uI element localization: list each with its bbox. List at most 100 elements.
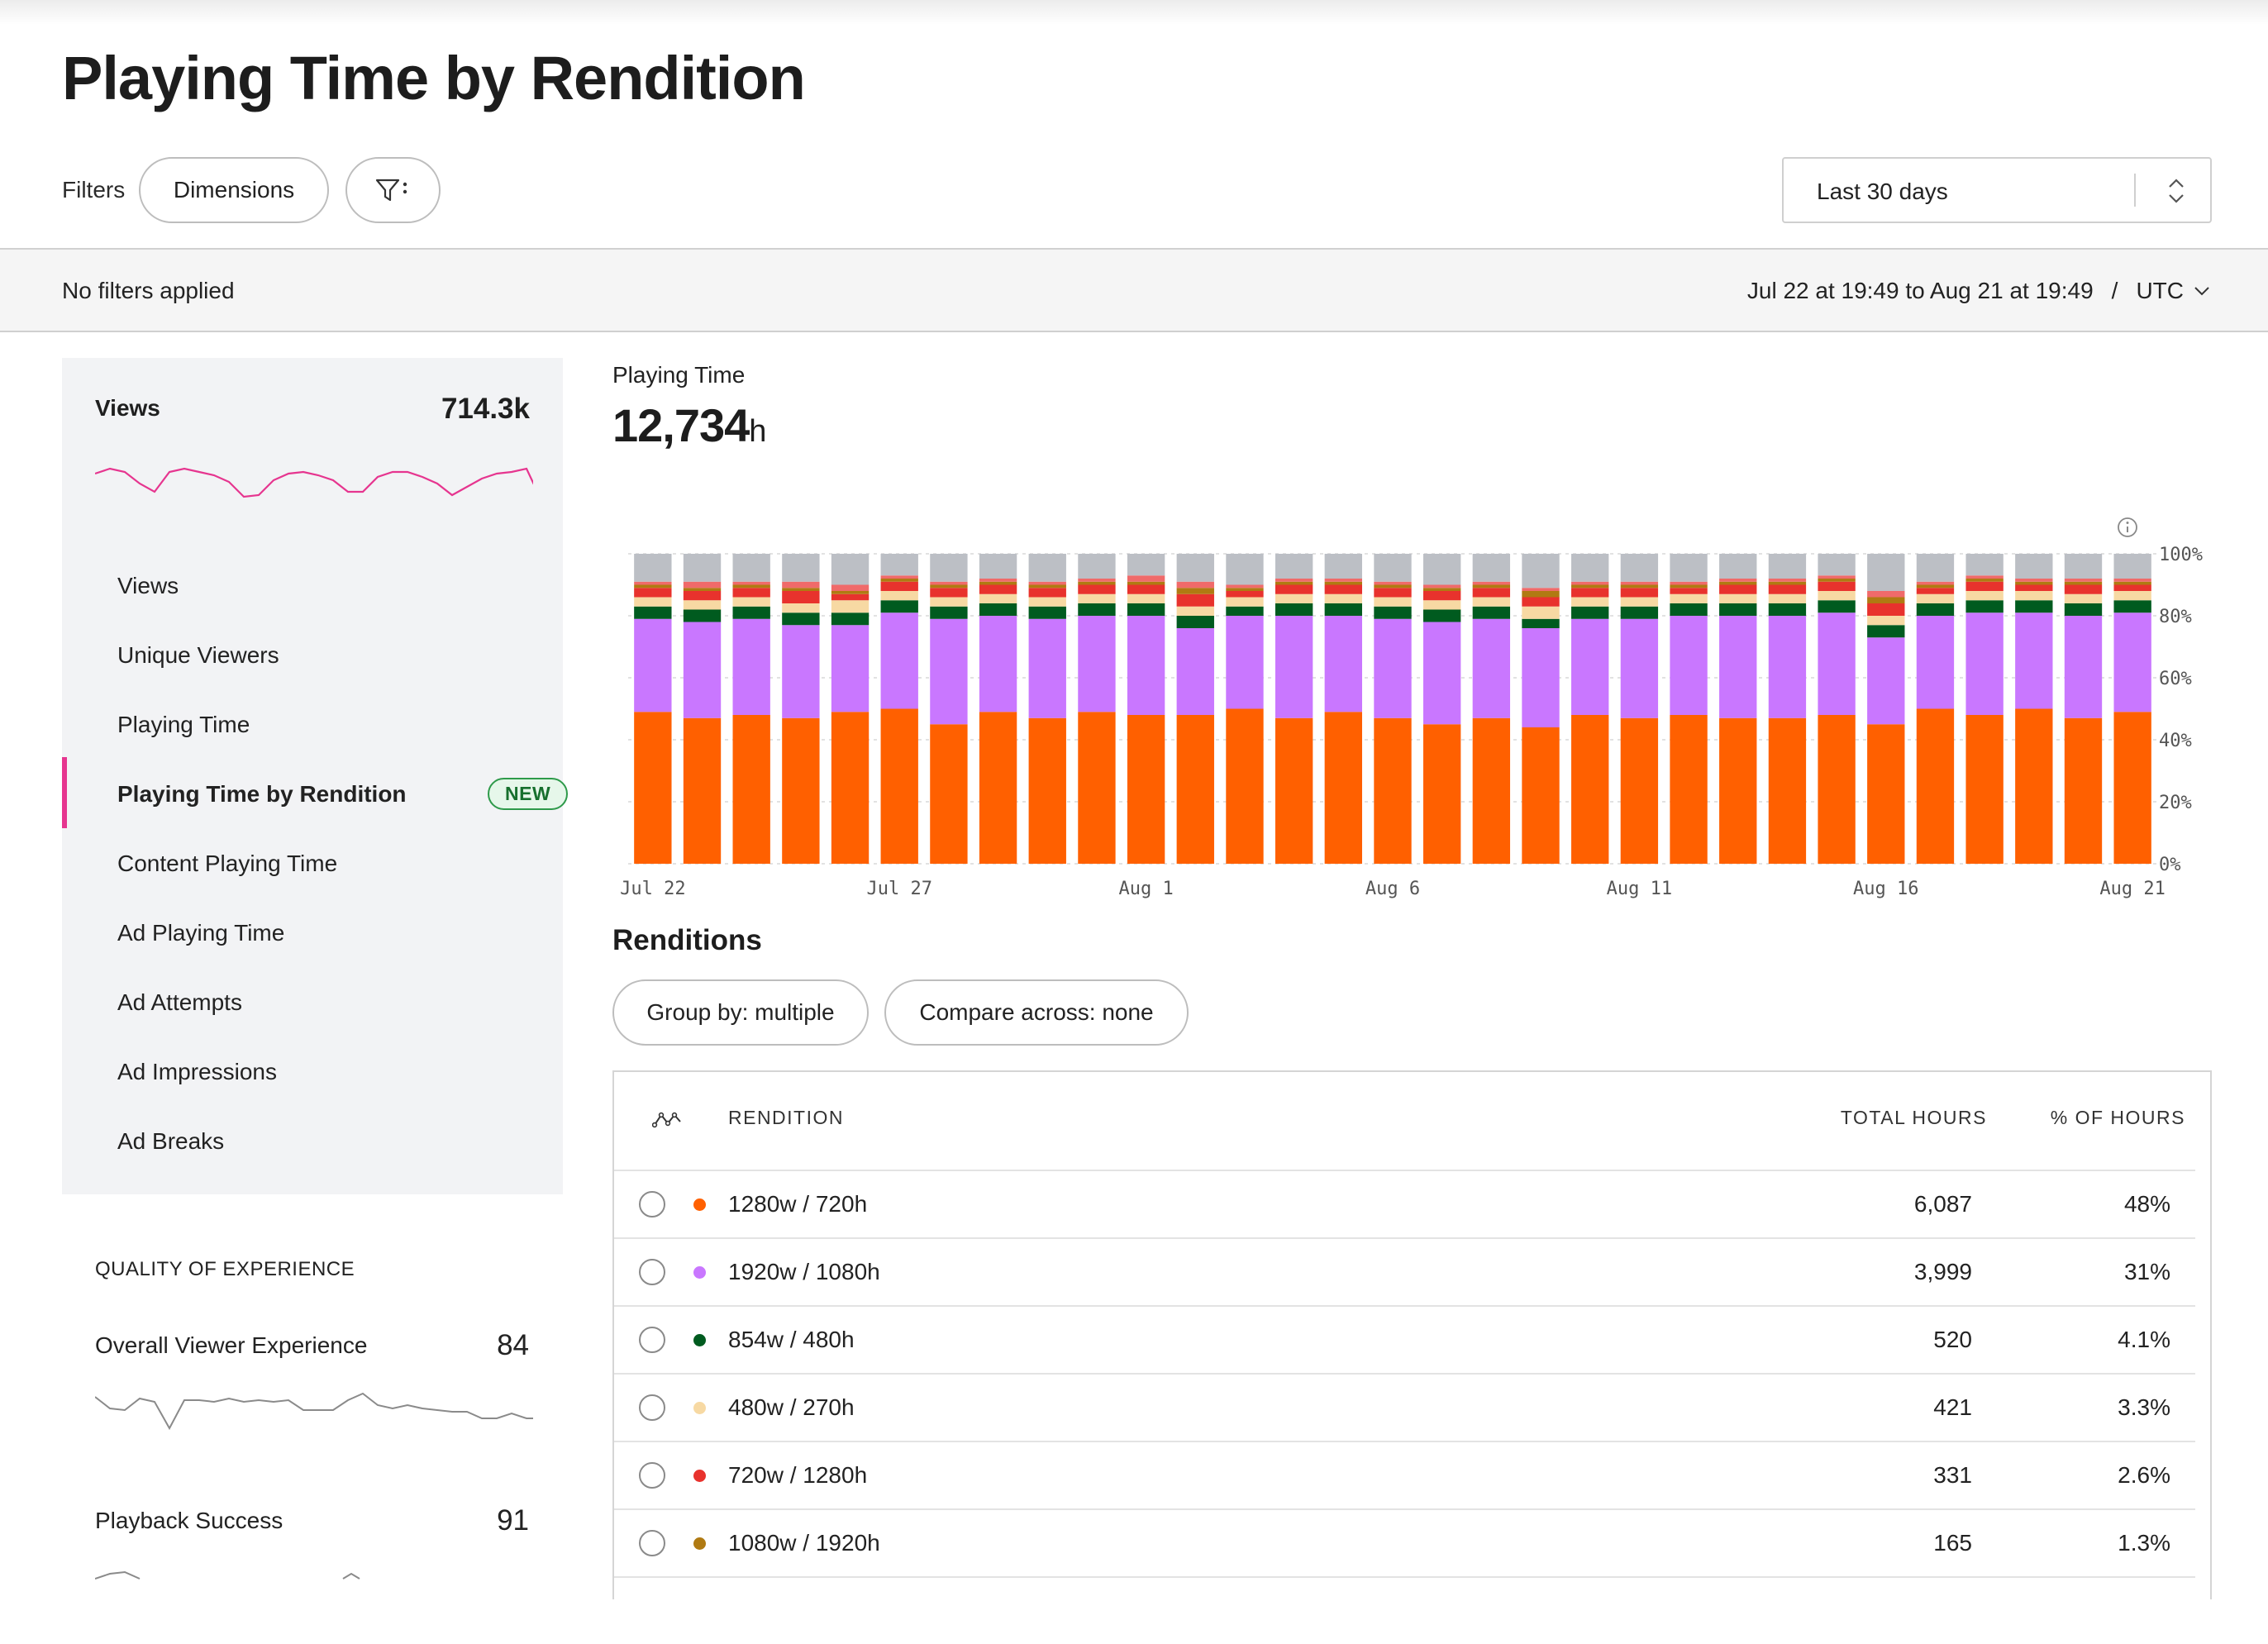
bar-segment[interactable] <box>1571 597 1609 607</box>
sidebar-item-views[interactable]: Views <box>117 573 179 599</box>
bar-segment[interactable] <box>1423 609 1461 622</box>
bar-segment[interactable] <box>1226 597 1264 607</box>
bar-segment[interactable] <box>1472 584 1511 589</box>
bar-segment[interactable] <box>1522 606 1560 619</box>
bar-segment[interactable] <box>2064 717 2103 864</box>
bar-segment[interactable] <box>732 584 770 589</box>
bar-segment[interactable] <box>1324 712 1362 864</box>
bar-segment[interactable] <box>1127 603 1165 616</box>
row-select-radio[interactable] <box>639 1394 665 1421</box>
qoe-playback-success-label[interactable]: Playback Success <box>95 1508 283 1534</box>
bar-segment[interactable] <box>2015 708 2053 865</box>
bar-segment[interactable] <box>1324 593 1362 603</box>
bar-segment[interactable] <box>2064 579 2103 582</box>
bar-segment[interactable] <box>1472 588 1511 598</box>
bar-segment[interactable] <box>2113 554 2151 579</box>
bar-segment[interactable] <box>1176 715 1214 864</box>
bar-segment[interactable] <box>1374 584 1412 589</box>
bar-segment[interactable] <box>930 554 968 582</box>
bar-segment[interactable] <box>1275 581 1313 585</box>
bar-segment[interactable] <box>1965 612 2004 715</box>
bar-segment[interactable] <box>1226 708 1264 865</box>
bar-segment[interactable] <box>1324 584 1362 594</box>
bar-segment[interactable] <box>1719 579 1757 582</box>
bar-segment[interactable] <box>880 612 918 709</box>
bar-segment[interactable] <box>1324 603 1362 616</box>
bar-segment[interactable] <box>1127 715 1165 864</box>
bar-segment[interactable] <box>1127 575 1165 582</box>
bar-segment[interactable] <box>732 597 770 607</box>
bar-segment[interactable] <box>1818 591 1856 601</box>
bar-segment[interactable] <box>732 618 770 715</box>
bar-segment[interactable] <box>831 554 870 585</box>
row-select-radio[interactable] <box>639 1327 665 1353</box>
bar-segment[interactable] <box>1078 593 1116 603</box>
bar-segment[interactable] <box>1275 584 1313 594</box>
bar-segment[interactable] <box>831 612 870 626</box>
bar-segment[interactable] <box>1620 597 1659 607</box>
sidebar-item-unique-viewers[interactable]: Unique Viewers <box>117 642 279 669</box>
bar-segment[interactable] <box>1028 554 1066 582</box>
row-select-radio[interactable] <box>639 1259 665 1285</box>
bar-segment[interactable] <box>1818 612 1856 715</box>
bar-segment[interactable] <box>1620 554 1659 582</box>
bar-segment[interactable] <box>1324 554 1362 579</box>
bar-segment[interactable] <box>2064 554 2103 579</box>
bar-segment[interactable] <box>1472 597 1511 607</box>
bar-segment[interactable] <box>1818 554 1856 576</box>
bar-segment[interactable] <box>1768 616 1807 718</box>
bar-segment[interactable] <box>1670 554 1708 582</box>
bar-segment[interactable] <box>634 712 672 864</box>
bar-segment[interactable] <box>930 584 968 589</box>
bar-segment[interactable] <box>1078 712 1116 864</box>
bar-segment[interactable] <box>979 554 1017 579</box>
bar-segment[interactable] <box>2015 612 2053 709</box>
table-row[interactable] <box>614 1576 2195 1644</box>
bar-segment[interactable] <box>782 554 820 582</box>
bar-segment[interactable] <box>782 625 820 718</box>
bar-segment[interactable] <box>1571 554 1609 582</box>
bar-segment[interactable] <box>1670 715 1708 864</box>
bar-segment[interactable] <box>2015 584 2053 592</box>
bar-segment[interactable] <box>1028 606 1066 619</box>
bar-segment[interactable] <box>930 597 968 607</box>
bar-segment[interactable] <box>1867 554 1905 591</box>
bar-segment[interactable] <box>1226 584 1264 589</box>
bar-segment[interactable] <box>1423 600 1461 610</box>
bar-segment[interactable] <box>2113 579 2151 582</box>
pct-hours-column-header[interactable]: % OF HOURS <box>2051 1107 2185 1129</box>
bar-segment[interactable] <box>1078 584 1116 594</box>
bar-segment[interactable] <box>1818 600 1856 613</box>
bar-segment[interactable] <box>1522 554 1560 589</box>
bar-segment[interactable] <box>2113 591 2151 601</box>
bar-segment[interactable] <box>1916 588 1955 594</box>
bar-segment[interactable] <box>1226 554 1264 585</box>
bar-segment[interactable] <box>1127 581 1165 585</box>
bar-segment[interactable] <box>1028 584 1066 589</box>
bar-segment[interactable] <box>782 717 820 864</box>
bar-segment[interactable] <box>634 597 672 607</box>
sidebar-item-playing-time[interactable]: Playing Time <box>117 712 250 738</box>
bar-segment[interactable] <box>979 616 1017 712</box>
bar-segment[interactable] <box>1965 554 2004 576</box>
bar-segment[interactable] <box>1867 724 1905 864</box>
bar-segment[interactable] <box>831 593 870 601</box>
bar-segment[interactable] <box>1571 581 1609 585</box>
bar-segment[interactable] <box>880 554 918 576</box>
group-by-button[interactable]: Group by: multiple <box>612 979 869 1046</box>
sidebar-item-playing-time-by-rendition[interactable]: Playing Time by Rendition NEW <box>117 778 569 810</box>
bar-segment[interactable] <box>1374 717 1412 864</box>
bar-segment[interactable] <box>1916 581 1955 585</box>
bar-segment[interactable] <box>2113 612 2151 712</box>
bar-segment[interactable] <box>1867 616 1905 626</box>
bar-segment[interactable] <box>1324 579 1362 582</box>
sidebar-item-ad-attempts[interactable]: Ad Attempts <box>117 989 242 1016</box>
bar-segment[interactable] <box>979 579 1017 582</box>
bar-segment[interactable] <box>1176 628 1214 715</box>
bar-segment[interactable] <box>1965 579 2004 582</box>
bar-segment[interactable] <box>1719 584 1757 594</box>
bar-segment[interactable] <box>1670 588 1708 594</box>
bar-segment[interactable] <box>683 717 722 864</box>
bar-segment[interactable] <box>1078 579 1116 582</box>
bar-segment[interactable] <box>880 581 918 591</box>
